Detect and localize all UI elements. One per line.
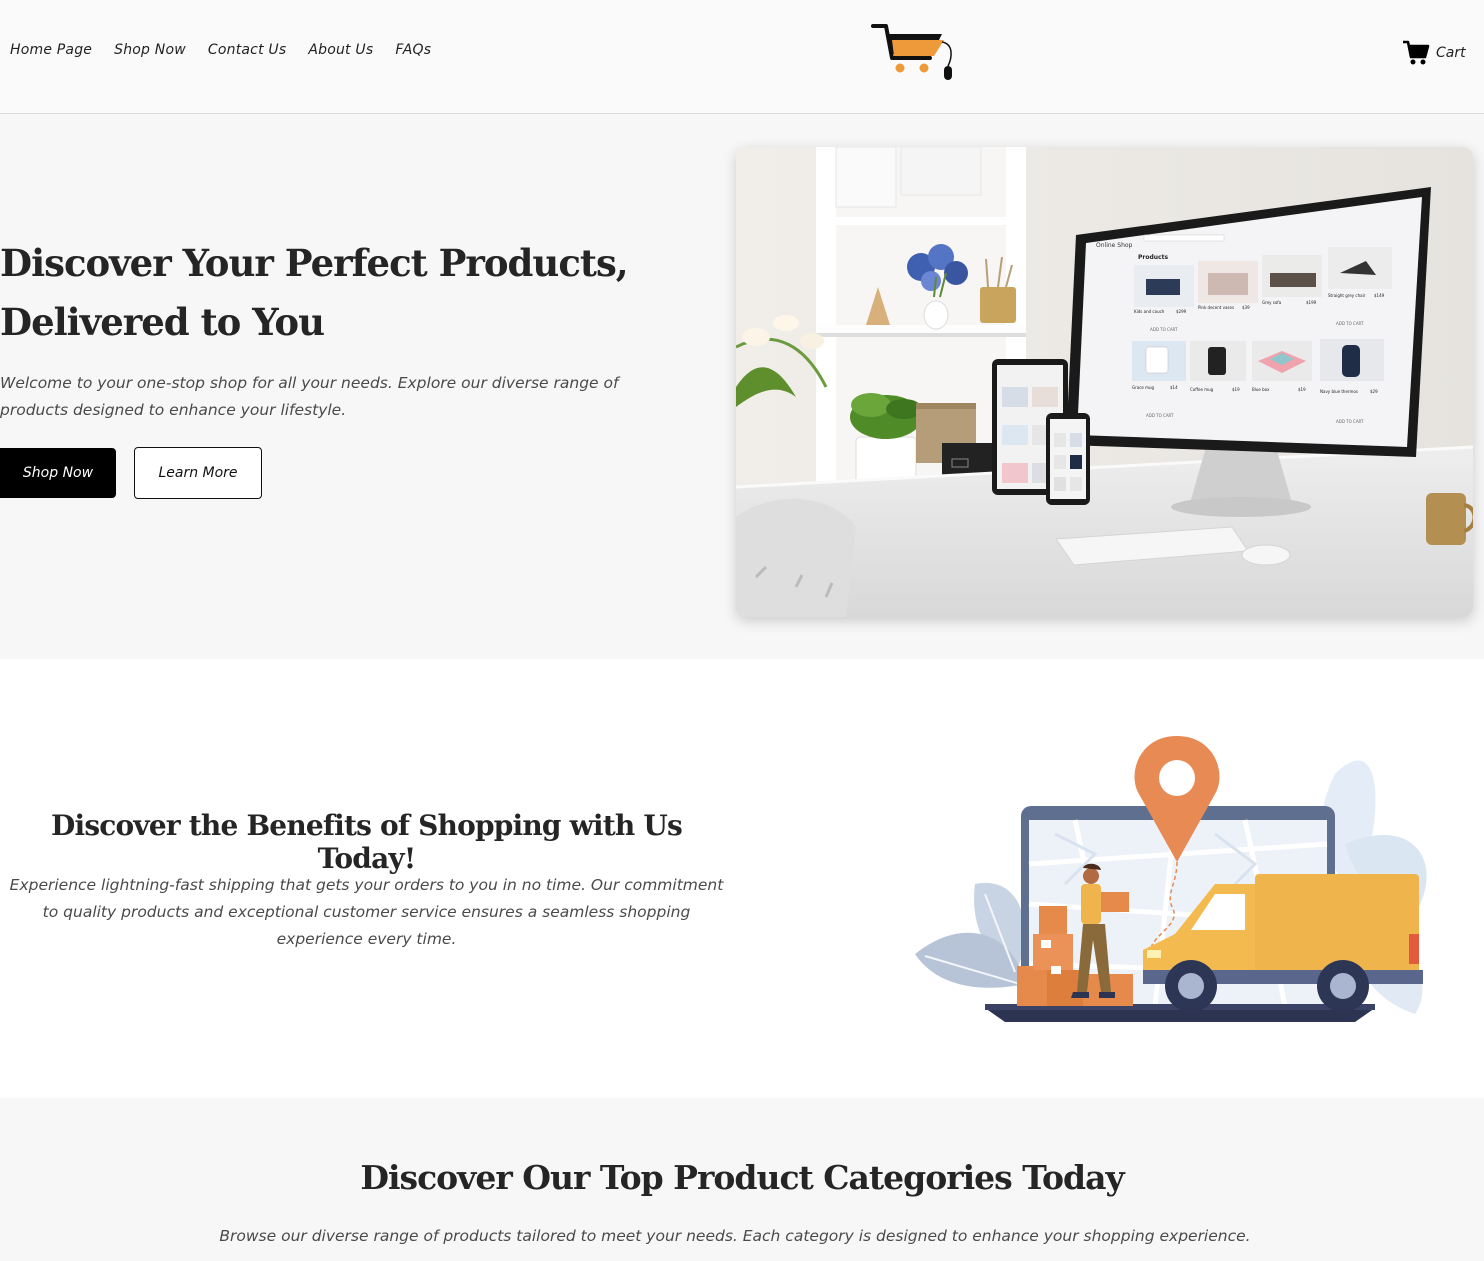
benefits-section: Discover the Benefits of Shopping with U…: [0, 659, 1484, 1098]
nav-shop-now[interactable]: Shop Now: [114, 42, 186, 58]
hero-section: Discover Your Perfect Products, Delivere…: [0, 114, 1484, 659]
screen-price-1: $299: [1176, 309, 1187, 314]
site-header: Home Page Shop Now Contact Us About Us F…: [0, 0, 1484, 114]
cart-label: Cart: [1436, 45, 1466, 61]
main-nav: Home Page Shop Now Contact Us About Us F…: [10, 42, 453, 58]
screen-brand: Online Shop: [1096, 242, 1133, 249]
screen-product-4: Straight grey chair: [1328, 293, 1366, 298]
nav-about-us[interactable]: About Us: [308, 42, 373, 58]
shop-now-button[interactable]: Shop Now: [0, 448, 116, 498]
screen-product-6: Coffee mug: [1190, 387, 1214, 392]
screen-price-7: $19: [1298, 387, 1306, 392]
nav-contact-us[interactable]: Contact Us: [208, 42, 286, 58]
screen-price-8: $29: [1370, 389, 1378, 394]
screen-add-to-cart-2: ADD TO CART: [1336, 321, 1364, 326]
screen-product-1: Kids and couch: [1134, 309, 1165, 314]
screen-price-6: $19: [1232, 387, 1240, 392]
screen-price-2: $39: [1242, 305, 1250, 310]
screen-add-to-cart-4: ADD TO CART: [1336, 419, 1364, 424]
screen-price-5: $14: [1170, 385, 1178, 390]
screen-product-2: Pink decent vases: [1198, 305, 1234, 310]
screen-product-5: Grace mug: [1132, 385, 1155, 390]
screen-product-7: Blue box: [1252, 387, 1270, 392]
nav-faqs[interactable]: FAQs: [395, 42, 431, 58]
hero-title: Discover Your Perfect Products, Delivere…: [0, 241, 629, 344]
nav-home[interactable]: Home Page: [10, 42, 92, 58]
cart-icon: [1403, 40, 1430, 65]
screen-add-to-cart-3: ADD TO CART: [1146, 413, 1174, 418]
desk-computer-illustration: Online Shop Products Kids and couch $299…: [736, 147, 1473, 617]
cart-logo-icon[interactable]: [868, 20, 960, 84]
screen-price-3: $199: [1306, 300, 1317, 305]
categories-title: Discover Our Top Product Categories Toda…: [360, 1158, 1124, 1197]
hero-subtitle: Welcome to your one-stop shop for all yo…: [0, 374, 619, 419]
benefits-title: Discover the Benefits of Shopping with U…: [51, 809, 683, 875]
categories-text: Browse our diverse range of products tai…: [219, 1227, 1251, 1245]
categories-section: Discover Our Top Product Categories Toda…: [0, 1098, 1484, 1261]
screen-heading: Products: [1138, 254, 1168, 261]
screen-product-3: Grey sofa: [1262, 300, 1282, 305]
screen-add-to-cart-1: ADD TO CART: [1150, 327, 1178, 332]
benefits-text: Experience lightning-fast shipping that …: [9, 876, 724, 948]
delivery-truck-illustration: [915, 736, 1427, 1022]
learn-more-button[interactable]: Learn More: [134, 447, 262, 499]
cart-link[interactable]: Cart: [1402, 40, 1466, 66]
screen-product-8: Navy blue thermos: [1320, 389, 1358, 394]
screen-price-4: $149: [1374, 293, 1385, 298]
hero-image: Online Shop Products Kids and couch $299…: [736, 147, 1473, 617]
